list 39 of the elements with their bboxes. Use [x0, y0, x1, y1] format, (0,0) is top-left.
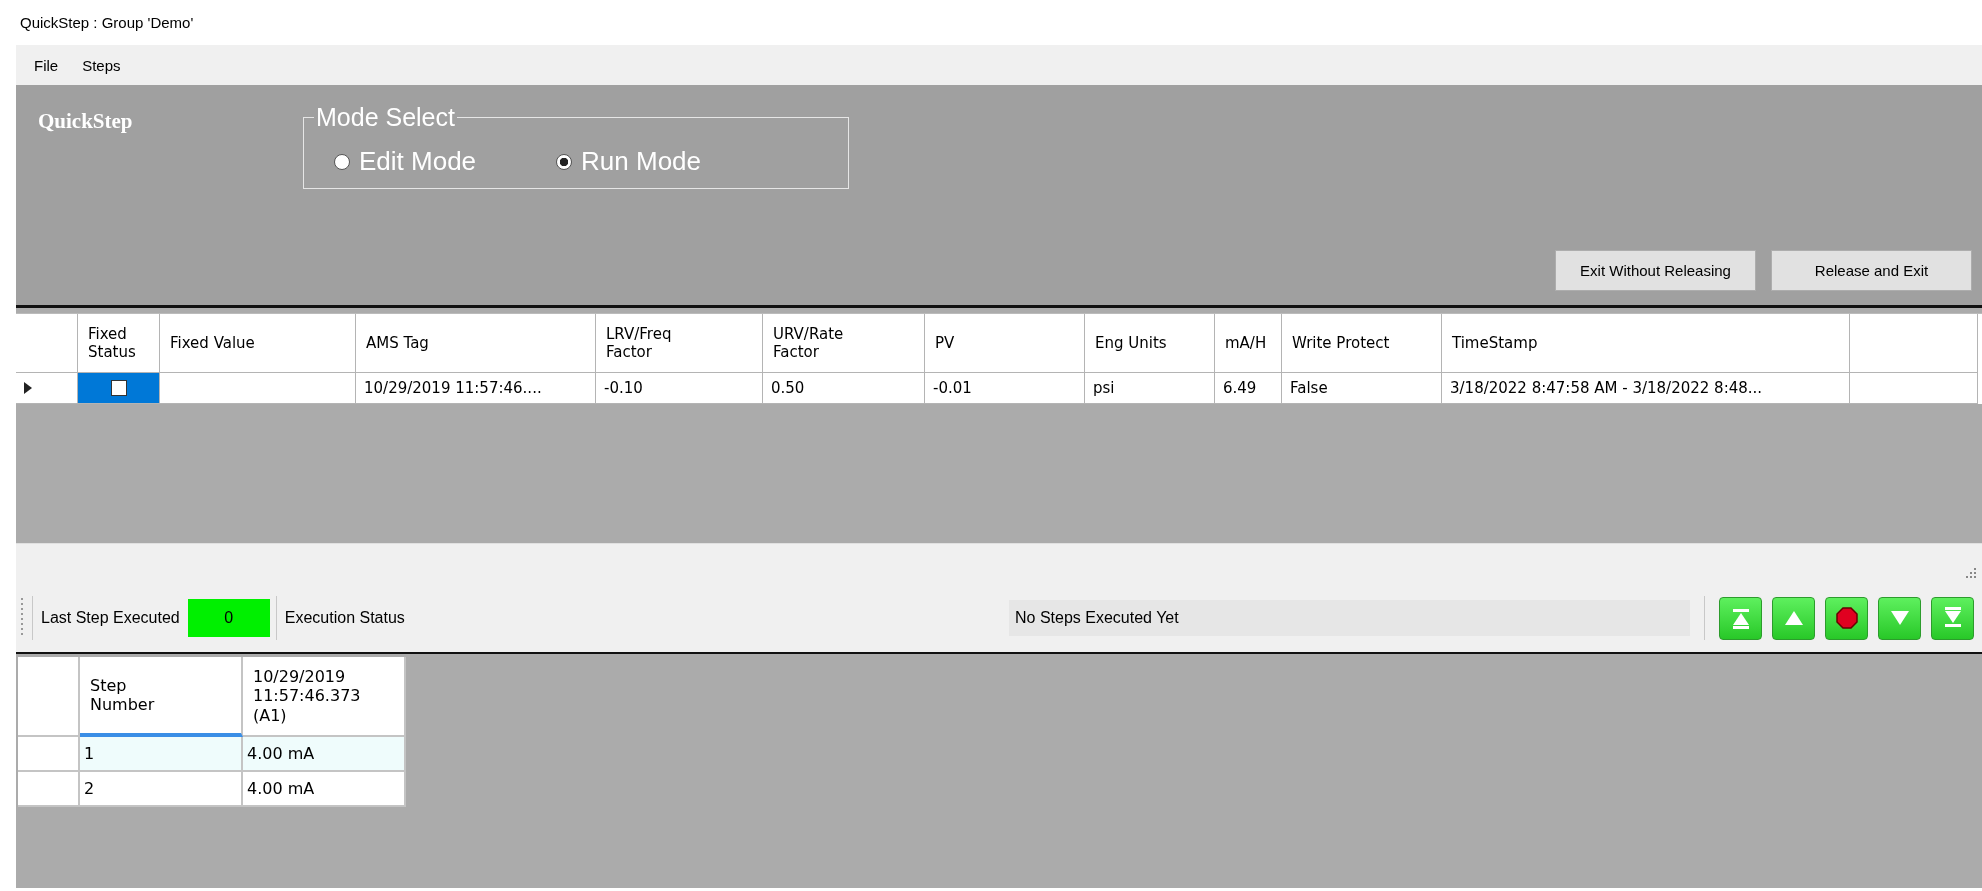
column-header[interactable]: Write Protect [1282, 314, 1442, 373]
checkbox[interactable] [110, 380, 127, 396]
column-header[interactable]: mA/H [1215, 314, 1282, 373]
step-button[interactable] [1825, 596, 1868, 640]
table-cell: 1 [80, 737, 243, 772]
table-cell: -0.10 [596, 373, 763, 404]
menu-item[interactable]: File [24, 54, 69, 76]
column-header[interactable]: Fixed Value [160, 314, 356, 373]
table-cell: 4.00 mA [243, 737, 406, 772]
table-cell: 4.00 mA [243, 772, 406, 807]
radio-indicator[interactable] [556, 153, 573, 170]
action-button[interactable]: Release and Exit [1771, 250, 1972, 291]
table-cell: 6.49 [1215, 373, 1282, 404]
column-header[interactable]: Eng Units [1085, 314, 1215, 373]
table-cell: 0.50 [763, 373, 925, 404]
table-cell: False [1282, 373, 1442, 404]
menu-item[interactable]: Steps [72, 54, 131, 76]
table-cell: psi [1085, 373, 1215, 404]
action-button[interactable]: Exit Without Releasing [1555, 250, 1756, 291]
column-header[interactable]: LRV/Freq Factor [596, 314, 763, 373]
column-header[interactable]: TimeStamp [1442, 314, 1850, 373]
field-label: Last Step Executed [41, 609, 180, 627]
status-field: No Steps Executed Yet [1009, 600, 1690, 636]
window-title: QuickStep : Group 'Demo' [19, 13, 195, 33]
table-cell: -0.01 [925, 373, 1085, 404]
stop-icon [1835, 607, 1858, 629]
step-counter: 0 [187, 599, 270, 637]
table-cell: 10/29/2019 11:57:46.... [356, 373, 596, 404]
toolbar-grip-icon [20, 598, 24, 638]
app-title: QuickStep [38, 109, 134, 134]
resize-grip-icon [1964, 566, 1976, 578]
group-label: Mode Select [315, 103, 456, 132]
column-header[interactable]: PV [925, 314, 1085, 373]
table-cell: 2 [80, 772, 243, 807]
radio-indicator[interactable] [334, 153, 350, 170]
table-cell: 3/18/2022 8:47:58 AM - 3/18/2022 8:48... [1442, 373, 1850, 404]
field-label: Execution Status [284, 609, 405, 627]
column-header[interactable]: AMS Tag [356, 314, 596, 373]
column-header[interactable]: URV/Rate Factor [763, 314, 925, 373]
